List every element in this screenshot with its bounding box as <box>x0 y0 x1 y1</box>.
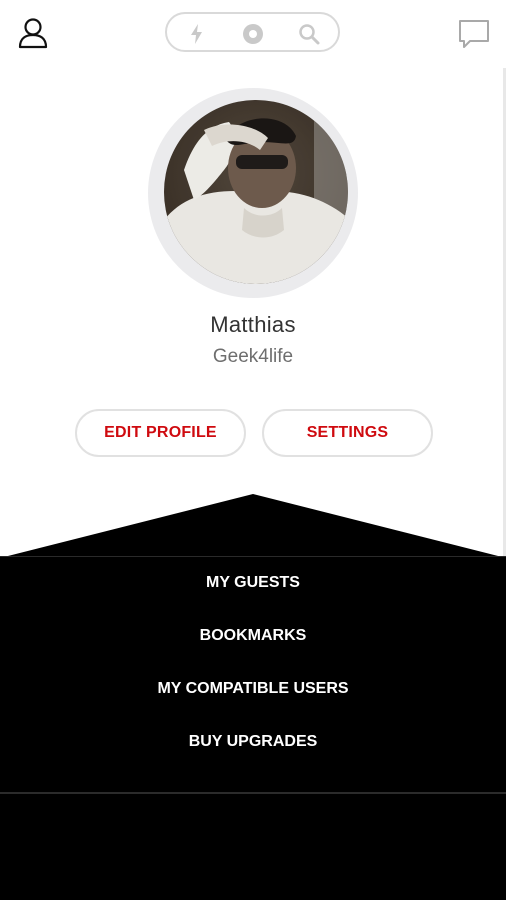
profile-header-area: Matthias Geek4life EDIT PROFILE SETTINGS <box>0 0 506 557</box>
menu-top-divider <box>0 556 506 557</box>
top-navigation-bar <box>0 0 506 68</box>
menu-item-bookmarks[interactable]: BOOKMARKS <box>0 627 506 645</box>
chat-icon[interactable] <box>456 16 492 52</box>
search-icon[interactable] <box>297 22 321 46</box>
menu-item-buy-upgrades[interactable]: BUY UPGRADES <box>0 733 506 751</box>
feature-switcher <box>165 12 340 52</box>
profile-username: Geek4life <box>212 346 294 367</box>
menu-panel-peak <box>0 494 506 558</box>
settings-button[interactable]: SETTINGS <box>262 409 433 457</box>
profile-name: Matthias <box>210 312 296 337</box>
menu-item-my-compatible-users[interactable]: MY COMPATIBLE USERS <box>0 680 506 698</box>
user-icon[interactable] <box>14 14 52 52</box>
bottom-divider <box>0 792 506 794</box>
avatar[interactable] <box>164 100 348 284</box>
discover-icon[interactable] <box>241 22 265 46</box>
menu-item-my-guests[interactable]: MY GUESTS <box>0 574 506 592</box>
edit-profile-button[interactable]: EDIT PROFILE <box>75 409 246 457</box>
flash-icon[interactable] <box>185 22 209 46</box>
